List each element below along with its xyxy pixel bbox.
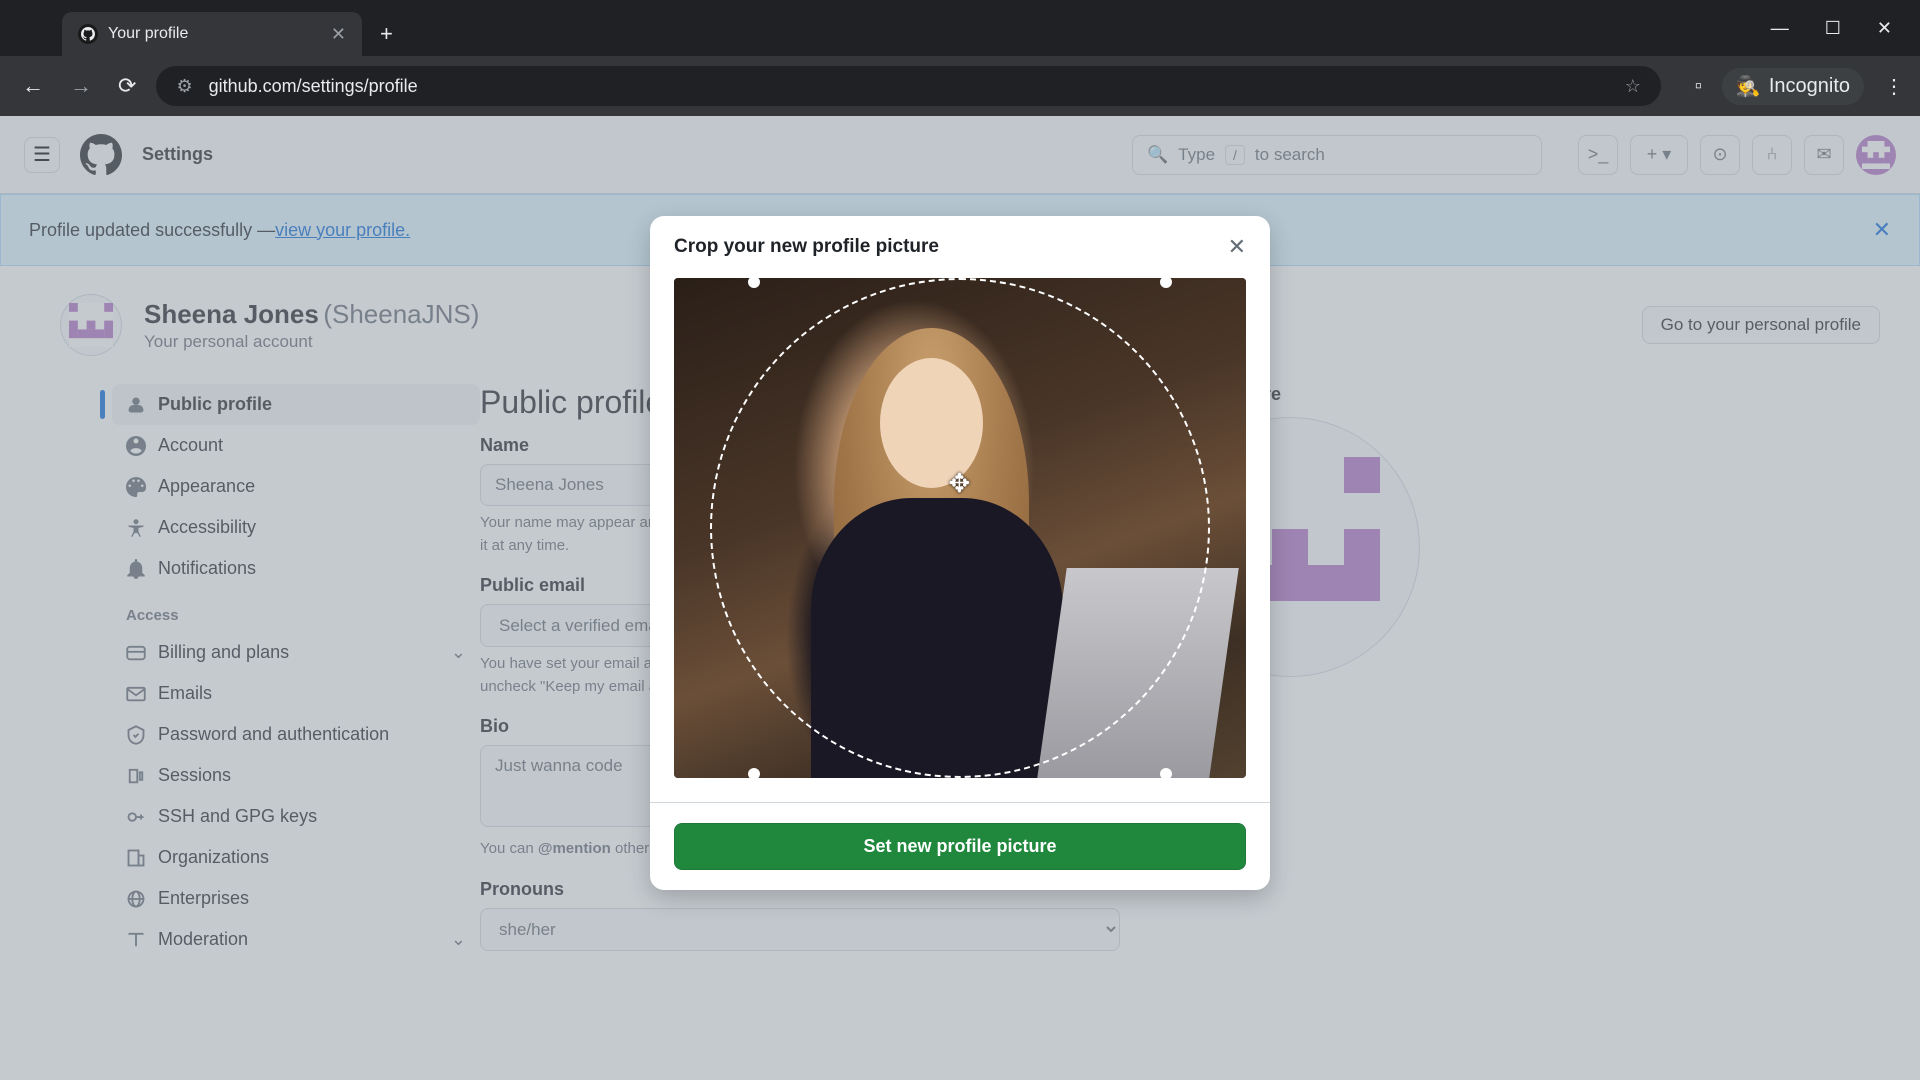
modal-overlay[interactable]: Crop your new profile picture ✕ ✥ Set n [0, 116, 1920, 1080]
address-bar: ← → ⟳ ⚙ github.com/settings/profile ☆ ▫ … [0, 56, 1920, 116]
modal-header: Crop your new profile picture ✕ [650, 216, 1270, 278]
back-button[interactable]: ← [16, 69, 50, 103]
extensions-icon[interactable]: ▫ [1695, 75, 1702, 98]
modal-body: ✥ [650, 278, 1270, 802]
site-settings-icon[interactable]: ⚙ [176, 76, 192, 97]
forward-button[interactable]: → [64, 69, 98, 103]
close-tab-icon[interactable]: ✕ [331, 24, 346, 45]
incognito-badge[interactable]: 🕵 Incognito [1722, 68, 1864, 105]
url-text: github.com/settings/profile [209, 76, 418, 97]
move-cursor-icon: ✥ [949, 468, 971, 499]
window-controls: — ☐ ✕ [1743, 0, 1920, 57]
close-window-icon[interactable]: ✕ [1877, 18, 1892, 39]
crop-handle-br[interactable] [1160, 768, 1172, 778]
modal-title: Crop your new profile picture [674, 236, 939, 258]
incognito-icon: 🕵 [1736, 74, 1761, 99]
crop-area[interactable]: ✥ [674, 278, 1246, 778]
new-tab-button[interactable]: + [362, 12, 411, 56]
crop-handle-bl[interactable] [748, 768, 760, 778]
browser-tab[interactable]: Your profile ✕ [62, 12, 362, 56]
url-bar[interactable]: ⚙ github.com/settings/profile ☆ [156, 66, 1660, 106]
reload-button[interactable]: ⟳ [112, 69, 142, 103]
maximize-icon[interactable]: ☐ [1825, 18, 1841, 39]
modal-footer: Set new profile picture [650, 802, 1270, 890]
browser-menu-icon[interactable]: ⋮ [1884, 74, 1904, 99]
github-favicon [78, 24, 98, 44]
modal-close-button[interactable]: ✕ [1228, 234, 1246, 260]
set-profile-picture-button[interactable]: Set new profile picture [674, 823, 1246, 870]
crop-circle[interactable] [710, 278, 1210, 778]
minimize-icon[interactable]: — [1771, 18, 1789, 39]
incognito-label: Incognito [1769, 75, 1850, 98]
browser-right-controls: ▫ 🕵 Incognito ⋮ [1675, 68, 1904, 105]
crop-modal: Crop your new profile picture ✕ ✥ Set n [650, 216, 1270, 890]
tab-bar: Your profile ✕ + — ☐ ✕ [0, 0, 1920, 56]
bookmark-icon[interactable]: ☆ [1625, 76, 1641, 97]
browser-chrome: Your profile ✕ + — ☐ ✕ ← → ⟳ ⚙ github.co… [0, 0, 1920, 116]
tab-title: Your profile [108, 25, 188, 43]
